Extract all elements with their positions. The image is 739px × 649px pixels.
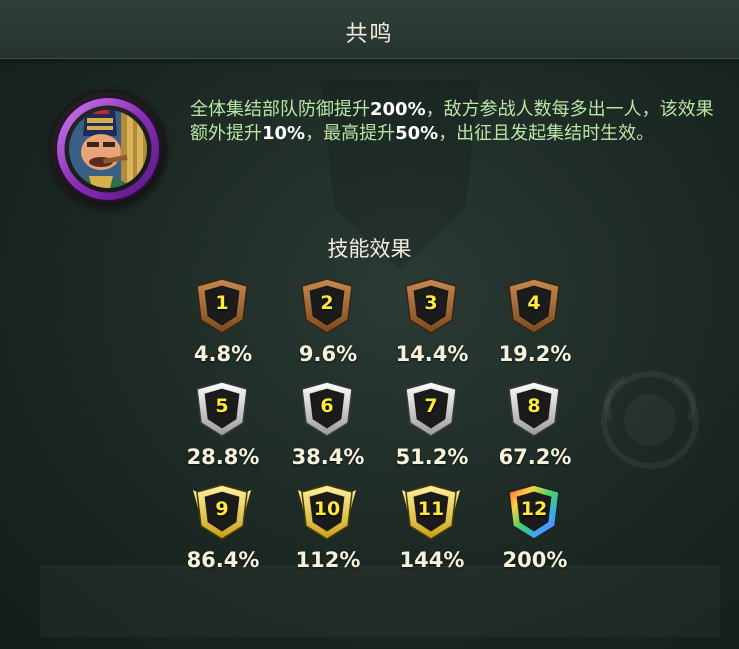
- level-effect-item: 3 14.4%: [379, 276, 485, 376]
- level-effect-value: 144%: [399, 548, 465, 572]
- level-effect-item: 10 112%: [275, 482, 381, 582]
- pentagon-badge-icon: 3: [400, 276, 462, 336]
- level-effect-value: 4.8%: [193, 342, 253, 366]
- level-effect-value: 9.6%: [298, 342, 358, 366]
- level-effect-item: 6 38.4%: [275, 379, 381, 479]
- pentagon-badge-icon: 4: [503, 276, 565, 336]
- description-highlight: 200%: [370, 99, 426, 120]
- level-number: 4: [527, 292, 541, 314]
- level-effect-item: 1 4.8%: [170, 276, 276, 376]
- pentagon-badge-icon: 9: [191, 482, 253, 542]
- level-number: 2: [320, 292, 334, 314]
- level-effect-value: 67.2%: [498, 445, 572, 469]
- level-effect-item: 7 51.2%: [379, 379, 485, 479]
- level-effect-item: 8 67.2%: [482, 379, 588, 479]
- pentagon-badge-icon: 5: [191, 379, 253, 439]
- pentagon-badge-icon: 8: [503, 379, 565, 439]
- pentagon-badge-icon: 12: [503, 482, 565, 542]
- description-highlight: 50%: [395, 123, 439, 144]
- level-effect-value: 38.4%: [291, 445, 365, 469]
- panel-title: 共鸣: [345, 22, 394, 47]
- pentagon-badge-icon: 7: [400, 379, 462, 439]
- level-effect-item: 9 86.4%: [170, 482, 276, 582]
- level-number: 12: [520, 498, 548, 520]
- skill-effect-title: 技能效果: [327, 237, 412, 261]
- title-bar: 共鸣: [0, 0, 739, 59]
- skill-description: 全体集结部队防御提升200%，敌方参战人数每多出一人，该效果额外提升10%，最高…: [190, 98, 715, 146]
- pentagon-badge-icon: 11: [400, 482, 462, 542]
- level-number: 5: [215, 395, 229, 417]
- level-effect-value: 200%: [502, 548, 568, 572]
- level-effect-value: 14.4%: [395, 342, 469, 366]
- pentagon-badge-icon: 6: [296, 379, 358, 439]
- level-effect-item: 11 144%: [379, 482, 485, 582]
- level-effect-item: 12 200%: [482, 482, 588, 582]
- level-effect-item: 5 28.8%: [170, 379, 276, 479]
- level-number: 8: [527, 395, 541, 417]
- commander-portrait-icon: [55, 96, 161, 202]
- level-number: 10: [313, 498, 341, 520]
- level-number: 6: [320, 395, 334, 417]
- commander-avatar: [51, 92, 165, 206]
- level-effect-value: 28.8%: [186, 445, 260, 469]
- level-number: 3: [424, 292, 438, 314]
- level-effect-value: 86.4%: [186, 548, 260, 572]
- background-emblem-icon: [601, 371, 699, 469]
- level-number: 9: [215, 498, 229, 520]
- level-effect-value: 51.2%: [395, 445, 469, 469]
- pentagon-badge-icon: 1: [191, 276, 253, 336]
- level-number: 11: [417, 498, 445, 520]
- pentagon-badge-icon: 2: [296, 276, 358, 336]
- description-text: ，出征且发起集结时生效。: [438, 123, 655, 144]
- level-effect-value: 112%: [295, 548, 361, 572]
- level-effect-grid: 1 4.8% 2 9.6% 3 14.4% 4 19.2% 5 28.8% 6 38.4% …: [170, 276, 590, 576]
- level-number: 1: [215, 292, 229, 314]
- description-text: ，最高提升: [305, 123, 396, 144]
- level-effect-item: 2 9.6%: [275, 276, 381, 376]
- level-number: 7: [424, 395, 438, 417]
- description-highlight: 10%: [262, 123, 306, 144]
- level-effect-value: 19.2%: [498, 342, 572, 366]
- description-text: 全体集结部队防御提升: [190, 99, 370, 120]
- pentagon-badge-icon: 10: [296, 482, 358, 542]
- level-effect-item: 4 19.2%: [482, 276, 588, 376]
- skill-detail-panel: 共鸣 全体集结部队防御提升200%，敌方参战人数每多出一人，该效果额外提升10%…: [0, 0, 739, 649]
